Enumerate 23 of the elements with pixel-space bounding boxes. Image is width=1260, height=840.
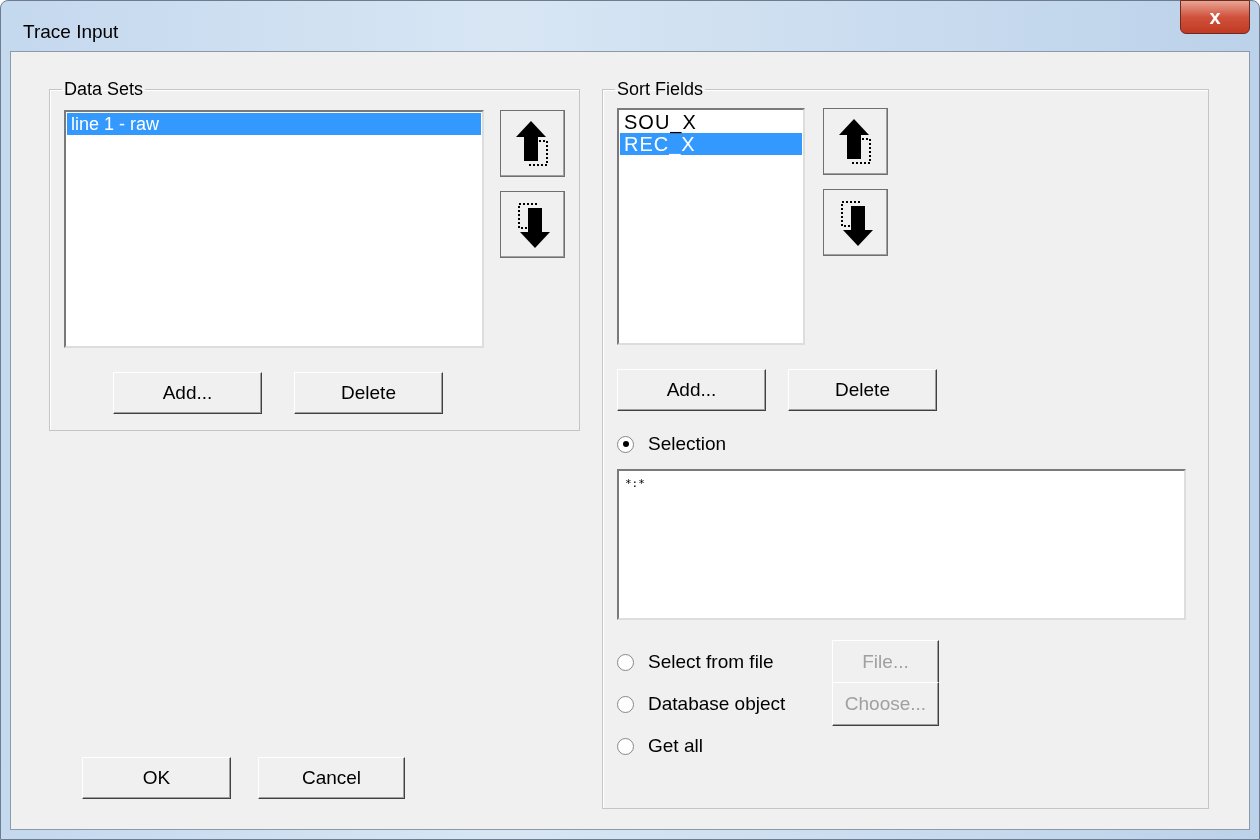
close-button[interactable]: x (1180, 0, 1250, 34)
delete-button[interactable]: Delete (788, 369, 937, 411)
selection-field[interactable]: *:* (617, 469, 1186, 620)
group-title: Data Sets (63, 79, 145, 100)
radio-label: Select from file (648, 651, 775, 673)
move-down-button[interactable] (500, 191, 565, 258)
radio-button[interactable] (617, 737, 634, 755)
radio-button[interactable] (617, 435, 634, 453)
radio-label: Get all (648, 735, 704, 757)
delete-button[interactable]: Delete (294, 372, 443, 414)
list-item[interactable]: SOU_X (620, 111, 802, 133)
window-title: Trace Input (23, 21, 119, 43)
cancel-button[interactable]: Cancel (258, 757, 405, 799)
move-up-button[interactable] (823, 108, 888, 175)
move-up-button[interactable] (500, 110, 565, 177)
add-button[interactable]: Add... (617, 369, 766, 411)
add-button[interactable]: Add... (113, 372, 262, 414)
sort-fields-list[interactable]: SOU_X REC_X (617, 108, 805, 345)
move-down-button[interactable] (823, 189, 888, 256)
group-title: Sort Fields (616, 79, 705, 100)
radio-label: Database object (648, 693, 787, 715)
radio-label: Selection (648, 433, 728, 455)
ok-button[interactable]: OK (82, 757, 231, 799)
